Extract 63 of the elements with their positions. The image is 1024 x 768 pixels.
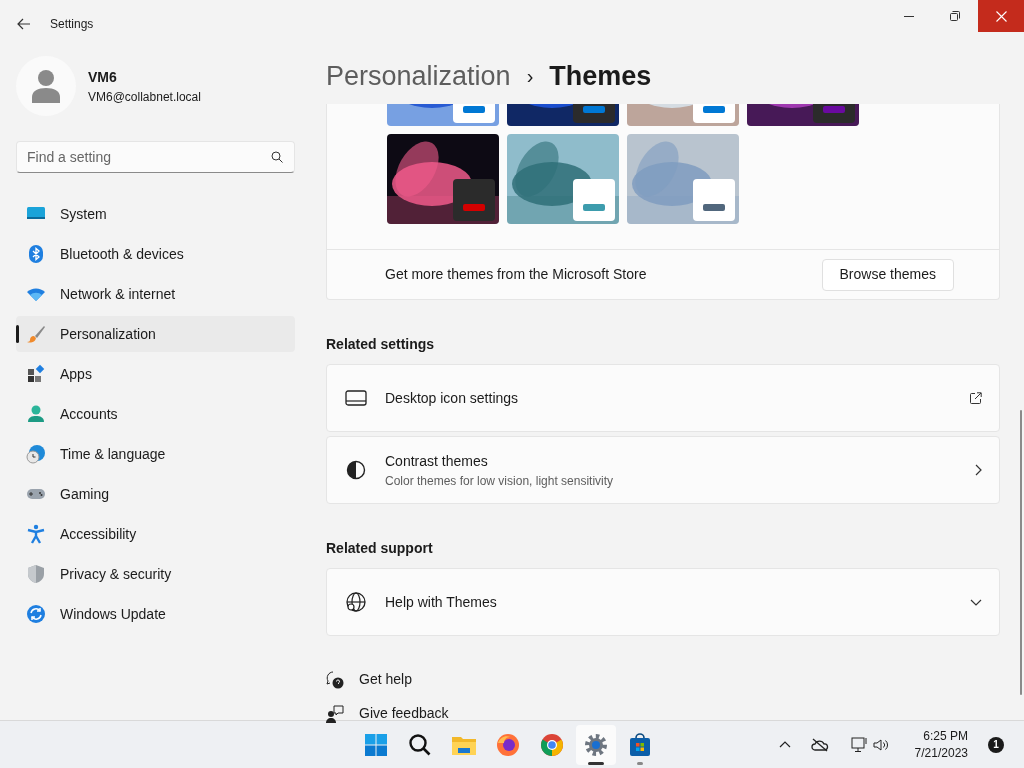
nav-item[interactable]: System (16, 196, 295, 232)
back-arrow-icon[interactable] (17, 18, 31, 30)
globe-clock-icon (26, 444, 46, 464)
taskbar-button[interactable] (576, 724, 616, 765)
section-heading: Related settings (326, 335, 436, 354)
nav-item[interactable]: Network & internet (16, 276, 295, 312)
help-chat-icon (326, 670, 344, 689)
nav-item[interactable]: Windows Update (16, 596, 295, 632)
section-heading: Related support (326, 539, 434, 558)
search-field[interactable]: Find a setting (16, 141, 295, 173)
feedback-icon (326, 704, 344, 723)
gear-icon (584, 732, 608, 757)
person-icon (26, 404, 46, 424)
globe-search-icon (345, 591, 367, 613)
volume-icon[interactable] (872, 737, 889, 752)
store-text: Get more themes from the Microsoft Store (385, 265, 647, 284)
minimize-icon (904, 15, 914, 17)
fox-globe-icon (496, 732, 520, 757)
user-email: VM6@collabnet.local (88, 88, 201, 106)
row-title: Help with Themes (385, 592, 497, 612)
page-title: Themes (549, 59, 652, 93)
window-title: Settings (50, 16, 94, 33)
nav-item[interactable]: Personalization (16, 316, 295, 352)
user-name: VM6 (88, 67, 118, 87)
nav-item[interactable]: Apps (16, 356, 295, 392)
store-bag-icon (628, 732, 652, 757)
nav-item[interactable]: Accessibility (16, 516, 295, 552)
notification-badge[interactable]: 1 (988, 736, 1004, 753)
breadcrumb-parent[interactable]: Personalization (326, 55, 511, 97)
search-icon (408, 732, 432, 757)
expander-row[interactable]: Help with Themes (326, 568, 1000, 636)
nav-item[interactable]: Privacy & security (16, 556, 295, 592)
nav-item[interactable]: Gaming (16, 476, 295, 512)
sync-icon (26, 604, 46, 624)
breadcrumb-separator: › (526, 64, 534, 89)
bluetooth-icon (26, 244, 46, 264)
browse-themes-button[interactable]: Browse themes (821, 258, 954, 291)
nav-item[interactable]: Accounts (16, 396, 295, 432)
footer-link[interactable]: Get help (359, 669, 412, 690)
shield-icon (26, 564, 46, 584)
cloud-off-icon[interactable] (810, 737, 829, 752)
chevron-up-icon[interactable] (778, 741, 791, 748)
clock[interactable]: 6:25 PM 7/21/2023 (914, 727, 968, 762)
apps-icon (26, 364, 46, 384)
contrast-icon (346, 460, 366, 480)
person-icon (31, 69, 61, 103)
settings-row[interactable]: Desktop icon settings (326, 364, 1000, 432)
footer-link[interactable]: Give feedback (359, 703, 449, 724)
brush-icon (26, 324, 46, 344)
settings-row[interactable]: Contrast themes Color themes for low vision, light sensitivity (326, 436, 1000, 504)
chrome-icon (540, 732, 564, 757)
windows-logo-icon (364, 732, 388, 757)
close-icon (995, 10, 1007, 22)
search-icon (271, 151, 283, 163)
restore-icon (950, 11, 960, 21)
monitor-icon (345, 390, 367, 406)
accessibility-icon (26, 524, 46, 544)
row-title: Desktop icon settings (385, 388, 519, 408)
row-title: Contrast themes (385, 451, 489, 471)
nav-item[interactable]: Time & language (16, 436, 295, 472)
row-subtitle: Color themes for low vision, light sensitivity (385, 472, 614, 490)
nav-item[interactable]: Bluetooth & devices (16, 236, 295, 272)
network-icon[interactable] (850, 736, 869, 753)
